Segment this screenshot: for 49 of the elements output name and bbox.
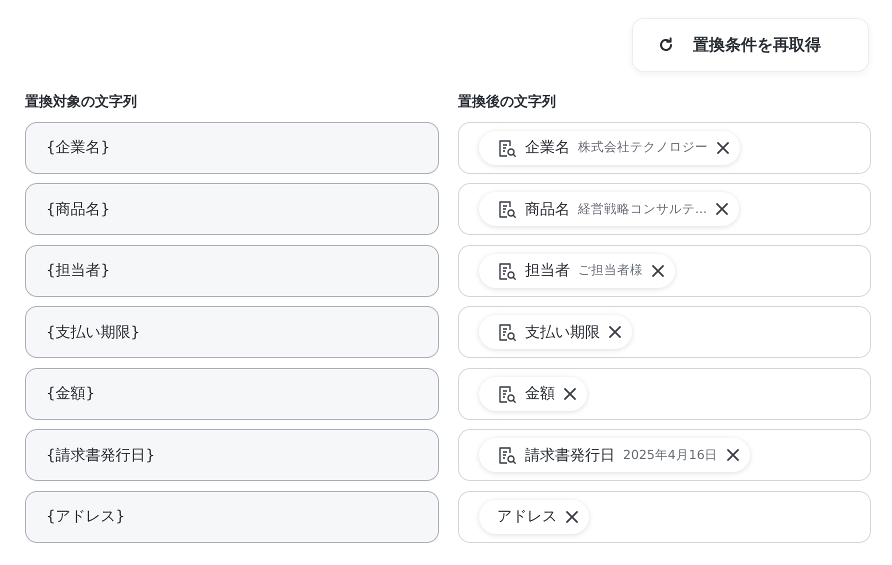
chip-value: 株式会社テクノロジー	[578, 139, 708, 156]
source-field[interactable]: {請求書発行日}	[25, 429, 439, 481]
close-icon[interactable]	[651, 264, 665, 278]
field-chip[interactable]: 支払い期限	[479, 315, 632, 349]
chip-label: 担当者	[525, 261, 570, 280]
field-chip[interactable]: 請求書発行日 2025年4月16日	[479, 438, 750, 472]
chip-label: 請求書発行日	[525, 446, 615, 464]
target-field[interactable]: 金額	[458, 368, 871, 420]
field-chip[interactable]: 商品名 経営戦略コンサルテ...	[479, 192, 739, 226]
close-icon[interactable]	[608, 325, 622, 339]
source-field[interactable]: {アドレス}	[25, 490, 439, 542]
field-chip[interactable]: 担当者 ご担当者様	[479, 254, 675, 288]
close-icon[interactable]	[565, 510, 579, 524]
target-field[interactable]: 担当者 ご担当者様	[458, 244, 871, 296]
target-field[interactable]: 商品名 経営戦略コンサルテ...	[458, 183, 871, 235]
close-icon[interactable]	[716, 140, 730, 154]
chip-label: アドレス	[497, 507, 557, 526]
refresh-icon	[657, 36, 675, 54]
source-field[interactable]: {支払い期限}	[25, 306, 439, 358]
target-field[interactable]: 企業名 株式会社テクノロジー	[458, 122, 871, 174]
chip-label: 金額	[525, 384, 555, 403]
field-chip[interactable]: 金額	[479, 376, 587, 410]
document-search-icon	[497, 138, 517, 158]
document-search-icon	[497, 260, 517, 280]
close-icon[interactable]	[726, 448, 740, 462]
target-field[interactable]: 支払い期限	[458, 306, 871, 358]
source-field[interactable]: {金額}	[25, 368, 439, 420]
close-icon[interactable]	[563, 386, 577, 400]
source-field[interactable]: {企業名}	[25, 122, 439, 174]
target-field[interactable]: 請求書発行日 2025年4月16日	[458, 429, 871, 481]
chip-label: 支払い期限	[525, 322, 600, 342]
close-icon[interactable]	[714, 202, 729, 216]
column-heading: 置換後の文字列	[458, 93, 557, 109]
target-field[interactable]: アドレス	[458, 490, 871, 542]
document-search-icon	[497, 322, 517, 342]
document-search-icon	[497, 445, 517, 465]
document-search-icon	[497, 384, 517, 404]
chip-value: 2025年4月16日	[623, 446, 718, 464]
field-chip[interactable]: アドレス	[479, 500, 589, 534]
column-heading: 置換対象の文字列	[25, 93, 138, 109]
source-field[interactable]: {商品名}	[25, 183, 439, 235]
chip-value: 経営戦略コンサルテ...	[578, 200, 707, 218]
refresh-button[interactable]: 置換条件を再取得	[632, 18, 869, 72]
chip-label: 商品名	[525, 200, 570, 218]
chip-label: 企業名	[525, 138, 570, 157]
document-search-icon	[497, 199, 517, 219]
field-chip[interactable]: 企業名 株式会社テクノロジー	[479, 130, 740, 164]
source-field[interactable]: {担当者}	[25, 244, 439, 296]
chip-value: ご担当者様	[578, 262, 643, 279]
